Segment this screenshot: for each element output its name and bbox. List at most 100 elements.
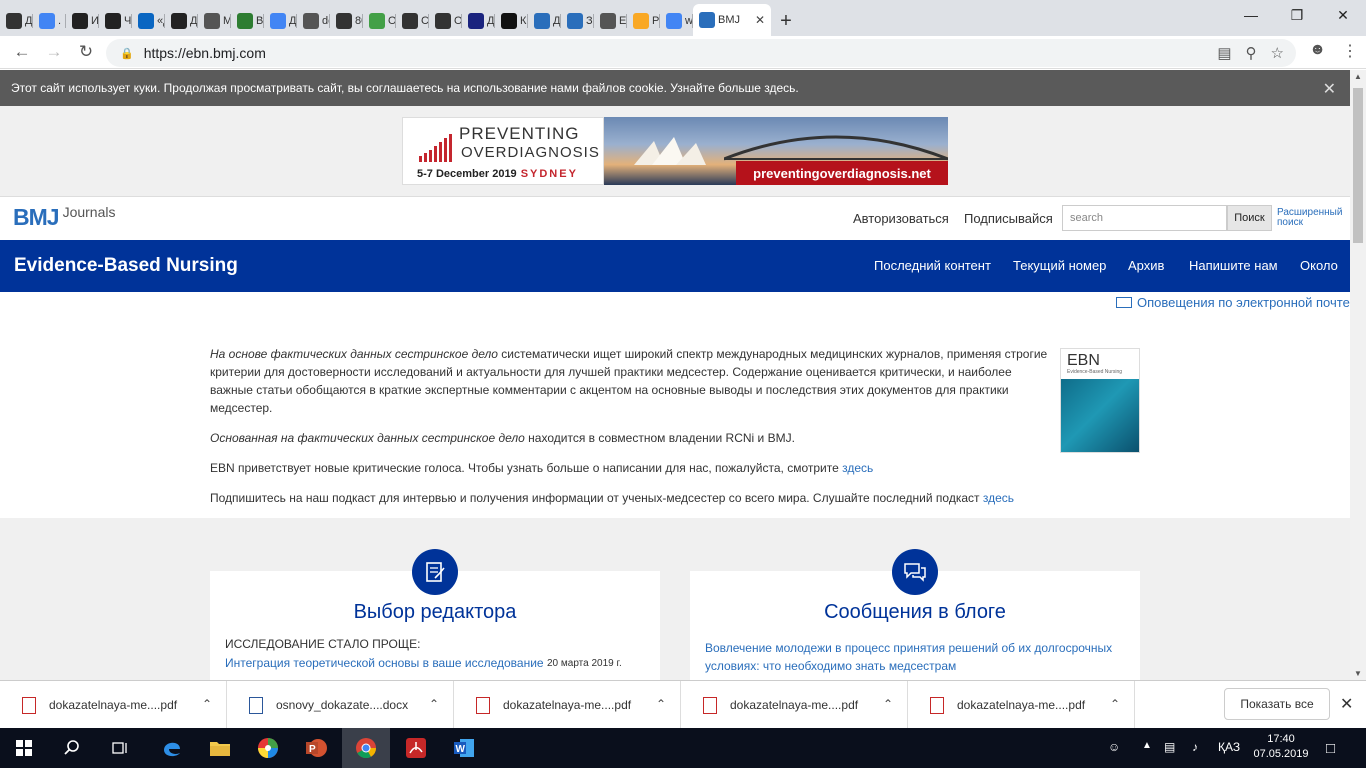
browser-tab[interactable]: 80	[330, 6, 363, 36]
search-icon[interactable]	[48, 728, 96, 768]
svg-text:W: W	[456, 744, 466, 755]
browser-tab[interactable]: ЕЕ	[594, 6, 627, 36]
windows-start-icon[interactable]	[0, 728, 48, 768]
task-view-icon[interactable]	[96, 728, 144, 768]
browser-tab[interactable]: Дс	[528, 6, 561, 36]
scroll-up-icon[interactable]: ▲	[1354, 72, 1362, 81]
browser-tab[interactable]: «Д	[132, 6, 165, 36]
search-input[interactable]: search	[1062, 205, 1227, 231]
browser-tab[interactable]: Са	[396, 6, 429, 36]
blog-link-line-1[interactable]: Вовлечение молодежи в процесс принятия р…	[705, 641, 1112, 655]
color-wheel-icon[interactable]	[244, 728, 292, 768]
email-alerts-link[interactable]: Оповещения по электронной почте	[1116, 295, 1350, 310]
language-indicator[interactable]: ҚАЗ	[1218, 740, 1240, 754]
maximize-icon[interactable]: ❐	[1274, 0, 1320, 30]
network-icon[interactable]: ▤	[1164, 740, 1175, 754]
translate-icon[interactable]: ▤	[1217, 44, 1231, 62]
nav-latest-content[interactable]: Последний контент	[874, 258, 991, 273]
word-icon[interactable]: W	[440, 728, 488, 768]
blog-card: Сообщения в блоге Вовлечение молодежи в …	[690, 549, 1140, 680]
show-all-downloads-button[interactable]: Показать все	[1224, 688, 1330, 720]
browser-tab[interactable]: Ис	[66, 6, 99, 36]
chevron-up-icon[interactable]: ⌃	[656, 697, 666, 711]
nav-current-issue[interactable]: Текущий номер	[1013, 258, 1106, 273]
browser-tab[interactable]: . К	[33, 6, 66, 36]
browser-tab[interactable]: Ос	[429, 6, 462, 36]
browser-tab[interactable]: За	[561, 6, 594, 36]
chrome-icon[interactable]	[342, 728, 390, 768]
advanced-search-link[interactable]: Расширенный поиск	[1277, 208, 1347, 228]
download-item[interactable]: dokazatelnaya-me....pdf ⌃	[908, 681, 1135, 729]
scroll-down-icon[interactable]: ▼	[1354, 669, 1362, 678]
download-item[interactable]: dokazatelnaya-me....pdf ⌃	[681, 681, 908, 729]
file-explorer-icon[interactable]	[196, 728, 244, 768]
back-icon[interactable]: ←	[6, 38, 38, 66]
journal-cover[interactable]: EBN Evidence-Based Nursing	[1060, 348, 1140, 453]
page-scrollbar[interactable]: ▲ ▼	[1350, 70, 1366, 680]
browser-tab[interactable]: PL	[627, 6, 660, 36]
close-tab-icon[interactable]: ✕	[755, 13, 765, 27]
browser-tab[interactable]: Дс	[165, 6, 198, 36]
forward-icon[interactable]: →	[38, 38, 70, 66]
tray-chevron-icon[interactable]: ▲	[1142, 740, 1152, 751]
close-cookie-icon[interactable]: ✕	[1323, 79, 1336, 99]
editors-choice-label: ИССЛЕДОВАНИЕ СТАЛО ПРОЩЕ:	[225, 637, 421, 651]
new-tab-icon[interactable]: +	[771, 6, 801, 36]
nav-about[interactable]: Около	[1300, 258, 1338, 273]
download-item[interactable]: osnovy_dokazate....docx ⌃	[227, 681, 454, 729]
banner-url[interactable]: preventingoverdiagnosis.net	[736, 161, 948, 185]
blog-link-line-2[interactable]: условиях: что необходимо знать медсестра…	[705, 659, 956, 673]
journal-title[interactable]: Evidence-Based Nursing	[14, 255, 238, 277]
people-icon[interactable]: ☺	[1108, 740, 1120, 754]
volume-icon[interactable]: ♪	[1192, 740, 1198, 754]
address-bar[interactable]: 🔒 https://ebn.bmj.com ▤ ⚲ ☆	[106, 39, 1296, 67]
pdf-file-icon	[703, 696, 717, 714]
bookmark-star-icon[interactable]: ☆	[1271, 44, 1284, 62]
browser-tab[interactable]: ВЕ	[231, 6, 264, 36]
podcast-link[interactable]: здесь	[983, 491, 1014, 505]
paw-icon	[72, 13, 88, 29]
close-window-icon[interactable]: ✕	[1320, 0, 1366, 30]
menu-icon[interactable]: ⋮	[1342, 41, 1358, 61]
login-link[interactable]: Авторизоваться	[853, 211, 949, 226]
acrobat-icon[interactable]	[392, 728, 440, 768]
bridge-icon	[724, 135, 948, 161]
browser-tab-active[interactable]: BMJ ✕	[693, 4, 771, 36]
close-shelf-icon[interactable]: ✕	[1340, 694, 1353, 714]
write-for-us-link[interactable]: здесь	[842, 461, 873, 475]
d-icon	[468, 13, 484, 29]
browser-tab[interactable]: Дс	[0, 6, 33, 36]
browser-tab[interactable]: Чт	[99, 6, 132, 36]
bmj-logo[interactable]: BMJ Journals	[13, 204, 115, 231]
chevron-up-icon[interactable]: ⌃	[202, 697, 212, 711]
reload-icon[interactable]: ↻	[70, 38, 102, 66]
download-item[interactable]: dokazatelnaya-me....pdf ⌃	[0, 681, 227, 729]
minimize-icon[interactable]: —	[1228, 0, 1274, 30]
chevron-up-icon[interactable]: ⌃	[429, 697, 439, 711]
browser-tab[interactable]: Кг	[495, 6, 528, 36]
editors-choice-link[interactable]: Интеграция теоретической основы в ваше и…	[225, 656, 544, 670]
chevron-up-icon[interactable]: ⌃	[1110, 697, 1120, 711]
browser-tab[interactable]: М	[198, 6, 231, 36]
scroll-thumb[interactable]	[1353, 88, 1363, 243]
browser-tab[interactable]: dc	[297, 6, 330, 36]
download-item[interactable]: dokazatelnaya-me....pdf ⌃	[454, 681, 681, 729]
powerpoint-icon[interactable]: P	[292, 728, 340, 768]
browser-tab[interactable]: Ос	[363, 6, 396, 36]
browser-tab[interactable]: wi	[660, 6, 693, 36]
notifications-icon[interactable]: □	[1326, 740, 1335, 757]
browser-tab[interactable]: Де	[462, 6, 495, 36]
cookie-text: Этот сайт использует куки. Продолжая про…	[11, 81, 799, 95]
search-button[interactable]: Поиск	[1227, 205, 1272, 231]
chevron-up-icon[interactable]: ⌃	[883, 697, 893, 711]
banner-dates: 5-7 December 2019 SYDNEY	[417, 168, 578, 180]
edge-icon[interactable]	[148, 728, 196, 768]
browser-tab[interactable]: Дс	[264, 6, 297, 36]
profile-icon[interactable]: ☻	[1309, 41, 1326, 61]
ad-banner[interactable]: PREVENTING OVERDIAGNOSIS 5-7 December 20…	[402, 117, 948, 185]
subscribe-link[interactable]: Подписывайся	[964, 211, 1053, 226]
nav-archive[interactable]: Архив	[1128, 258, 1164, 273]
zoom-icon[interactable]: ⚲	[1246, 44, 1257, 62]
nav-contact[interactable]: Напишите нам	[1189, 258, 1278, 273]
system-clock[interactable]: 17:40 07.05.2019	[1250, 732, 1312, 762]
